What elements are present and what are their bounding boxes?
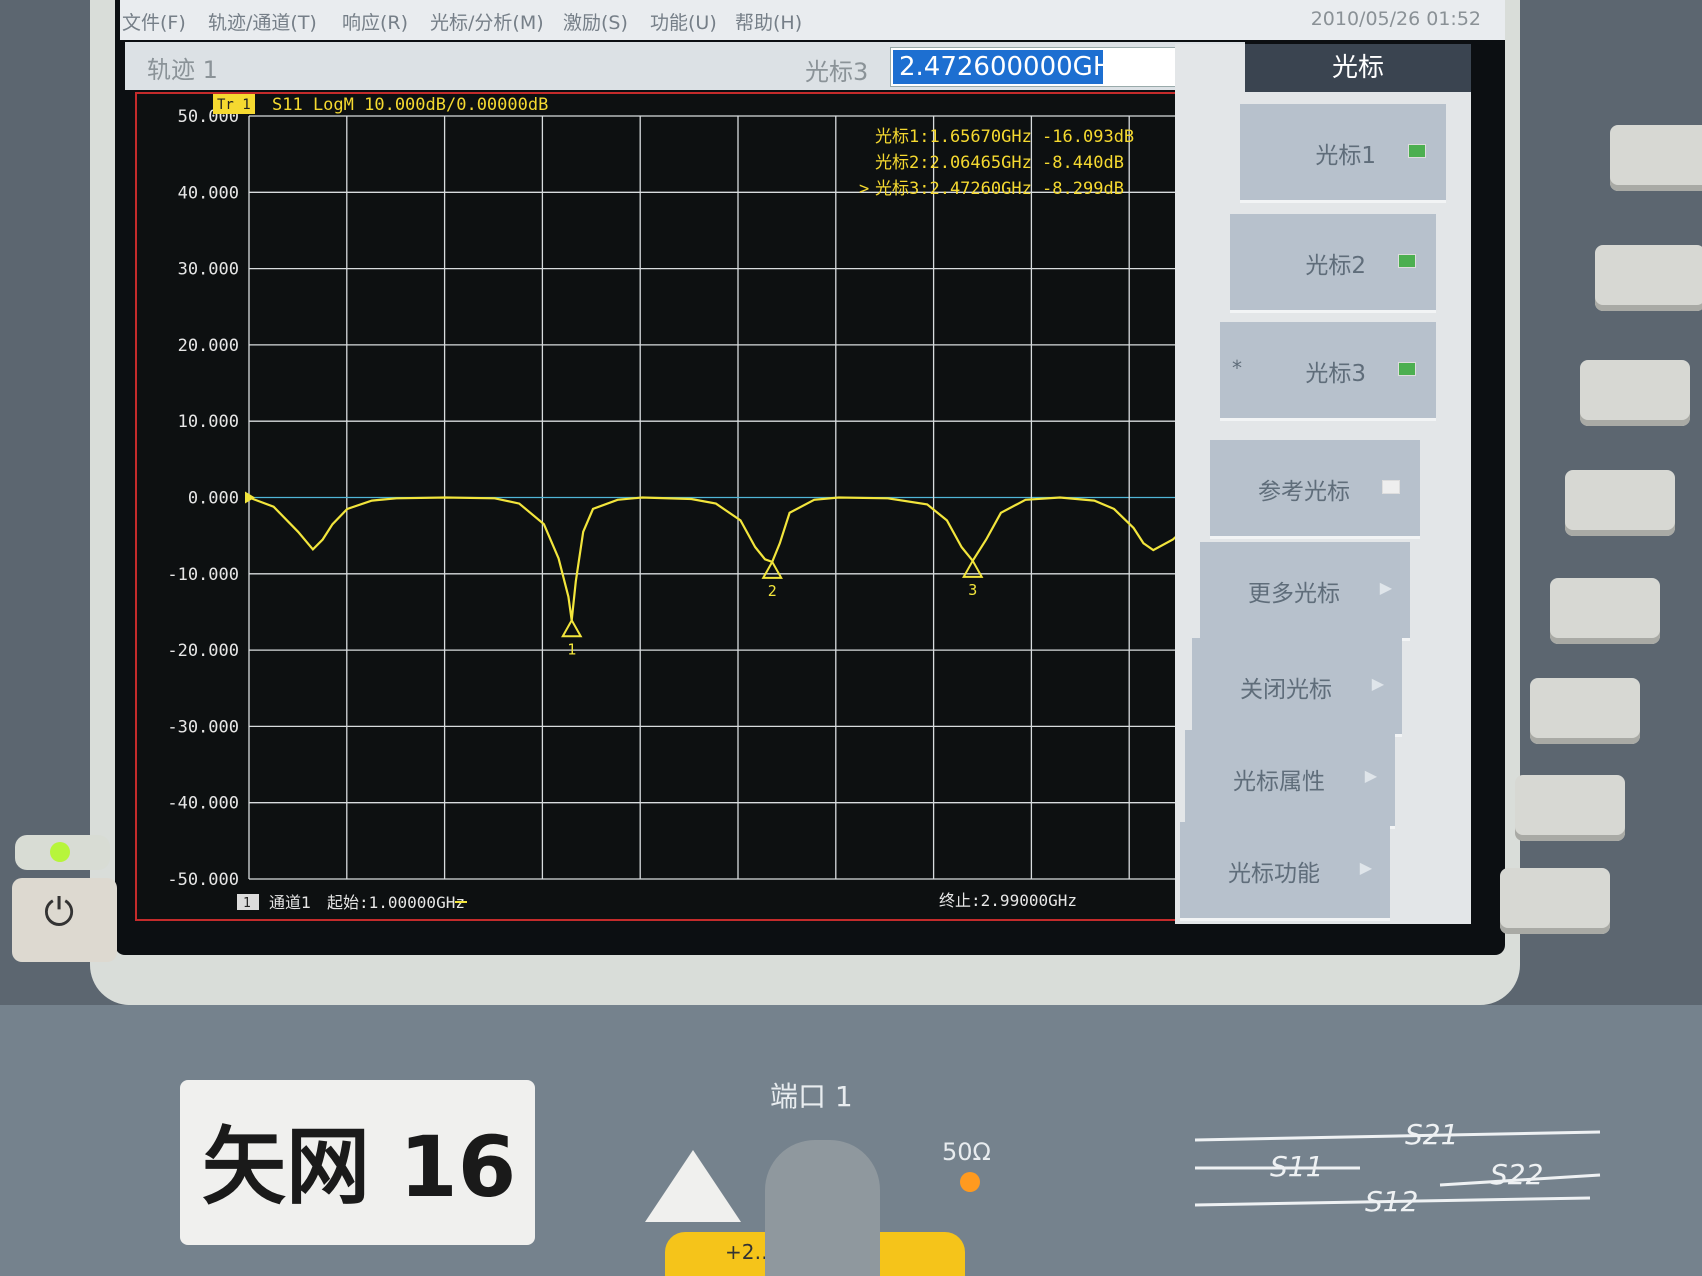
y-tick-label: -10.000 (167, 565, 239, 585)
trace-plot-area: 50.000 40.000 30.000 20.000 10.000 0.000 -10.0… (135, 92, 1239, 921)
s21-label: S21 (1405, 1118, 1459, 1151)
softkey-close-markers[interactable]: 关闭光标 ▶ (1192, 638, 1402, 737)
marker-readout: 光标3:2.47260GHz -8.299dB (875, 179, 1124, 199)
softkey-marker1[interactable]: 光标1 (1240, 104, 1446, 203)
menu-response[interactable]: 响应(R) (342, 8, 408, 35)
y-tick-label: 20.000 (178, 336, 239, 356)
active-readout-icon: > (859, 179, 869, 199)
softkey-marker-properties[interactable]: 光标属性 ▶ (1185, 730, 1395, 829)
marker-field-label: 光标3 (805, 58, 869, 86)
softkey-marker2[interactable]: 光标2 (1230, 214, 1436, 313)
impedance-label: 50Ω (942, 1138, 991, 1166)
hardkey-4[interactable] (1565, 470, 1675, 536)
y-tick-label: 0.000 (188, 489, 239, 509)
softkey-label: 关闭光标 (1240, 677, 1332, 703)
y-tick-label: -40.000 (167, 794, 239, 814)
port-label: 端口 1 (770, 1080, 853, 1113)
softkey-title: 光标 (1245, 44, 1471, 92)
softkey-label: 光标属性 (1233, 769, 1325, 795)
s11-label: S11 (1270, 1150, 1324, 1183)
marker-on-indicator (1408, 144, 1426, 158)
trace-title-bar: 轨迹 1 光标3 2.472600000GHz (125, 42, 1245, 90)
submenu-arrow-icon: ▶ (1359, 858, 1372, 877)
submenu-arrow-icon: ▶ (1379, 578, 1392, 597)
power-icon: ⏻ (44, 890, 75, 934)
hardkey-1[interactable] (1610, 125, 1702, 191)
y-tick-label: 30.000 (178, 260, 239, 280)
y-tick-label: -30.000 (167, 717, 239, 737)
marker-frequency-value: 2.472600000GHz (893, 50, 1126, 84)
trace-name: 轨迹 1 (147, 56, 218, 84)
marker-off-indicator (1382, 480, 1400, 494)
softkey-marker-functions[interactable]: 光标功能 ▶ (1180, 822, 1390, 921)
softkey-label: 光标2 (1305, 253, 1366, 279)
hardkey-8[interactable] (1500, 868, 1610, 934)
menu-file[interactable]: 文件(F) (122, 8, 186, 35)
softkey-label: 更多光标 (1248, 581, 1340, 607)
y-tick-label: -20.000 (167, 641, 239, 661)
menu-marker-analysis[interactable]: 光标/分析(M) (430, 8, 544, 35)
submenu-arrow-icon: ▶ (1371, 674, 1384, 693)
y-tick-label: -50.000 (167, 870, 239, 890)
s11-chart: 50.00040.00030.00020.00010.0000.000-10.0… (167, 94, 1233, 912)
datetime: 2010/05/26 01:52 (1310, 8, 1481, 30)
marker-number-label: 1 (567, 640, 576, 658)
s12-label: S12 (1365, 1185, 1419, 1218)
menu-function[interactable]: 功能(U) (650, 8, 717, 35)
marker-readout: 光标2:2.06465GHz -8.440dB (875, 153, 1124, 173)
hardkey-6[interactable] (1530, 678, 1640, 744)
softkey-label: 光标1 (1315, 143, 1376, 169)
port1-connector[interactable] (765, 1140, 880, 1276)
softkey-label: 光标3 (1305, 361, 1366, 387)
marker-on-indicator (1398, 254, 1416, 268)
s22-label: S22 (1490, 1158, 1544, 1191)
esd-warning-icon (645, 1150, 741, 1222)
softkey-more-markers[interactable]: 更多光标 ▶ (1200, 542, 1410, 641)
marker-on-indicator (1398, 362, 1416, 376)
power-led (50, 842, 70, 862)
marker-readout: 光标1:1.65670GHz -16.093dB (875, 127, 1134, 147)
marker-number-label: 3 (968, 581, 977, 599)
trace-tag: Tr 1 (217, 97, 251, 113)
marker-number-label: 2 (768, 582, 777, 600)
softkey-reference-marker[interactable]: 参考光标 (1210, 440, 1420, 539)
menu-bar: 文件(F) 轨迹/通道(T) 响应(R) 光标/分析(M) 激励(S) 功能(U… (120, 0, 1505, 40)
y-tick-label: 10.000 (178, 412, 239, 432)
trace-header: S11 LogM 10.000dB/0.00000dB (272, 95, 548, 115)
softkey-label: 参考光标 (1258, 479, 1350, 505)
marker-frequency-input[interactable]: 2.472600000GHz (890, 47, 1222, 87)
hardkey-3[interactable] (1580, 360, 1690, 426)
port-led (960, 1172, 980, 1192)
marker-triangle-icon (761, 559, 783, 579)
menu-stimulus[interactable]: 激励(S) (563, 8, 628, 35)
softkey-marker3[interactable]: * 光标3 (1220, 322, 1436, 421)
marker-triangle-icon (561, 618, 583, 638)
stop-frequency: 终止:2.99000GHz (939, 891, 1077, 910)
channel-label: 通道1 (269, 893, 311, 912)
power-button[interactable]: ⏻ (12, 878, 117, 962)
submenu-arrow-icon: ▶ (1364, 766, 1377, 785)
softkey-label: 光标功能 (1228, 861, 1320, 887)
menu-help[interactable]: 帮助(H) (735, 8, 802, 35)
menu-trace-channel[interactable]: 轨迹/通道(T) (208, 8, 317, 35)
start-frequency: 起始:1.00000GHz (327, 893, 465, 912)
hardkey-2[interactable] (1595, 245, 1702, 311)
active-star-icon: * (1232, 356, 1242, 380)
instrument-label-plate: 矢网 16 (180, 1080, 535, 1245)
channel-number: 1 (243, 896, 251, 911)
hardkey-5[interactable] (1550, 578, 1660, 644)
y-tick-label: 40.000 (178, 183, 239, 203)
instrument-label: 矢网 16 (202, 1118, 517, 1216)
hardkey-7[interactable] (1515, 775, 1625, 841)
